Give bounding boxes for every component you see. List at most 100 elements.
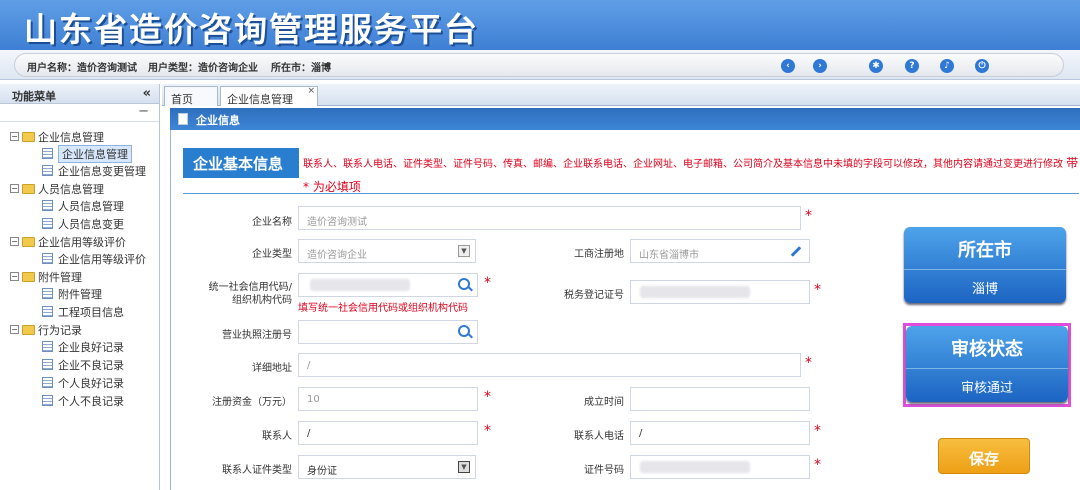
table-icon <box>42 395 53 406</box>
item-label: 企业良好记录 <box>58 340 124 354</box>
reg-place-field[interactable]: 山东省淄博市 <box>630 239 810 263</box>
redacted-value <box>310 279 410 291</box>
group-label: 附件管理 <box>38 270 82 284</box>
toggle-icon[interactable]: − <box>10 184 19 193</box>
folder-icon <box>22 131 35 142</box>
tax-no-label: 税务登记证号 <box>564 290 624 301</box>
folder-icon <box>22 271 35 282</box>
search-icon[interactable] <box>458 325 470 337</box>
sidebar-item-staff-change[interactable]: 人员信息变更 <box>42 215 124 232</box>
bell-icon[interactable]: ♪ <box>940 59 954 73</box>
reg-place-label: 工商注册地 <box>574 249 624 260</box>
toggle-icon[interactable]: − <box>10 132 19 141</box>
table-icon <box>42 341 53 352</box>
collapse-icon[interactable]: « <box>143 86 151 101</box>
group-label: 企业信息管理 <box>38 130 104 144</box>
minus-icon[interactable]: − <box>138 104 149 119</box>
sidebar-item-staff-info[interactable]: 人员信息管理 <box>42 197 124 214</box>
item-label: 企业不良记录 <box>58 358 124 372</box>
status-card-title: 审核状态 <box>951 339 1023 360</box>
chevron-down-icon[interactable]: ▼ <box>458 461 470 473</box>
back-icon[interactable]: ‹ <box>781 59 795 73</box>
table-icon <box>42 359 53 370</box>
sidebar-item-credit-eval[interactable]: 企业信用等级评价 <box>42 250 146 267</box>
status-badge: 审核通过 <box>906 368 1068 402</box>
help-icon[interactable]: ? <box>905 59 919 73</box>
table-icon <box>42 377 53 388</box>
id-type-select[interactable]: 身份证 <box>298 455 476 479</box>
contact-phone-label: 联系人电话 <box>574 431 624 442</box>
item-label: 企业信息变更管理 <box>58 164 146 178</box>
sidebar-item-person-bad[interactable]: 个人不良记录 <box>42 392 124 409</box>
document-icon <box>178 113 188 125</box>
sidebar-item-company-change[interactable]: 企业信息变更管理 <box>42 162 146 179</box>
sidebar-toolbar: − <box>0 104 159 122</box>
status-card: 审核状态 审核通过 <box>906 326 1068 402</box>
group-label: 企业信用等级评价 <box>38 235 126 249</box>
required-mark: * <box>814 282 821 298</box>
search-icon[interactable] <box>458 278 470 290</box>
sidebar-header: 功能菜单 « <box>0 84 159 104</box>
sidebar-item-company-bad[interactable]: 企业不良记录 <box>42 356 124 373</box>
redacted-value <box>640 461 750 473</box>
save-button[interactable]: 保存 <box>938 438 1030 474</box>
license-no-label: 营业执照注册号 <box>222 330 292 341</box>
tab-company-info[interactable]: 企业信息管理 × <box>220 86 318 106</box>
notice-text: 联系人、联系人电话、证件类型、证件号码、传真、邮编、企业联系电话、企业网址、电子… <box>303 159 1063 170</box>
required-mark: * <box>805 208 812 224</box>
company-type-select[interactable]: 造价咨询企业 <box>298 239 476 263</box>
id-no-label: 证件号码 <box>584 465 624 476</box>
folder-icon <box>22 324 35 335</box>
tab-home[interactable]: 首页 <box>164 86 218 106</box>
sidebar-group-attachments[interactable]: − 附件管理 <box>10 268 82 285</box>
sidebar-item-person-good[interactable]: 个人良好记录 <box>42 374 124 391</box>
table-icon <box>42 218 53 229</box>
credit-code-label: 统一社会信用代码/组织机构代码 <box>208 282 292 306</box>
address-field[interactable]: / <box>298 353 801 377</box>
section-title: 企业基本信息 <box>183 148 299 178</box>
required-mark: * <box>484 275 491 291</box>
panel-title: 企业信息 <box>196 114 240 127</box>
gear-icon[interactable]: ✱ <box>869 59 883 73</box>
close-icon[interactable]: × <box>307 86 315 96</box>
item-label: 工程项目信息 <box>58 305 124 319</box>
user-city-text: 所在市：淄博 <box>271 63 331 74</box>
address-label: 详细地址 <box>252 363 292 374</box>
table-icon <box>42 200 53 211</box>
toggle-icon[interactable]: − <box>10 272 19 281</box>
sidebar-item-company-info[interactable]: 企业信息管理 <box>42 144 132 163</box>
folder-icon <box>22 183 35 194</box>
required-mark: * <box>805 355 812 371</box>
city-card-title: 所在市 <box>958 240 1012 261</box>
app-title: 山东省造价咨询管理服务平台 <box>24 10 479 49</box>
user-name-text: 用户名称：造价咨询测试 <box>27 63 137 74</box>
sidebar-item-projects[interactable]: 工程项目信息 <box>42 303 124 320</box>
found-date-label: 成立时间 <box>584 397 624 408</box>
capital-field[interactable]: 10 <box>298 387 478 411</box>
tab-label: 企业信息管理 <box>227 93 293 106</box>
item-label: 个人不良记录 <box>58 394 124 408</box>
user-type-text: 用户类型：造价咨询企业 <box>148 63 258 74</box>
found-date-field[interactable] <box>630 387 810 411</box>
contact-label: 联系人 <box>262 431 292 442</box>
license-no-field[interactable] <box>298 320 478 344</box>
redacted-value <box>640 286 750 298</box>
item-label: 人员信息管理 <box>58 199 124 213</box>
item-label: 企业信用等级评价 <box>58 252 146 266</box>
sidebar-item-company-good[interactable]: 企业良好记录 <box>42 338 124 355</box>
chevron-down-icon[interactable]: ▼ <box>458 245 470 257</box>
sidebar-group-company[interactable]: − 企业信息管理 <box>10 128 104 145</box>
contact-field[interactable]: / <box>298 421 478 445</box>
sidebar: 功能菜单 « − − 企业信息管理 企业信息管理 企业信息变更管理 − 人员信息管理… <box>0 84 160 490</box>
sidebar-group-credit[interactable]: − 企业信用等级评价 <box>10 233 126 250</box>
contact-phone-field[interactable]: / <box>630 421 810 445</box>
toggle-icon[interactable]: − <box>10 237 19 246</box>
forward-icon[interactable]: › <box>813 59 827 73</box>
toggle-icon[interactable]: − <box>10 325 19 334</box>
sidebar-group-staff[interactable]: − 人员信息管理 <box>10 180 104 197</box>
sidebar-group-records[interactable]: − 行为记录 <box>10 321 82 338</box>
sidebar-item-attachments[interactable]: 附件管理 <box>42 285 102 302</box>
power-icon[interactable]: ⏻ <box>975 59 989 73</box>
company-name-field[interactable]: 造价咨询测试 <box>298 206 801 230</box>
item-label: 企业信息管理 <box>58 144 132 163</box>
